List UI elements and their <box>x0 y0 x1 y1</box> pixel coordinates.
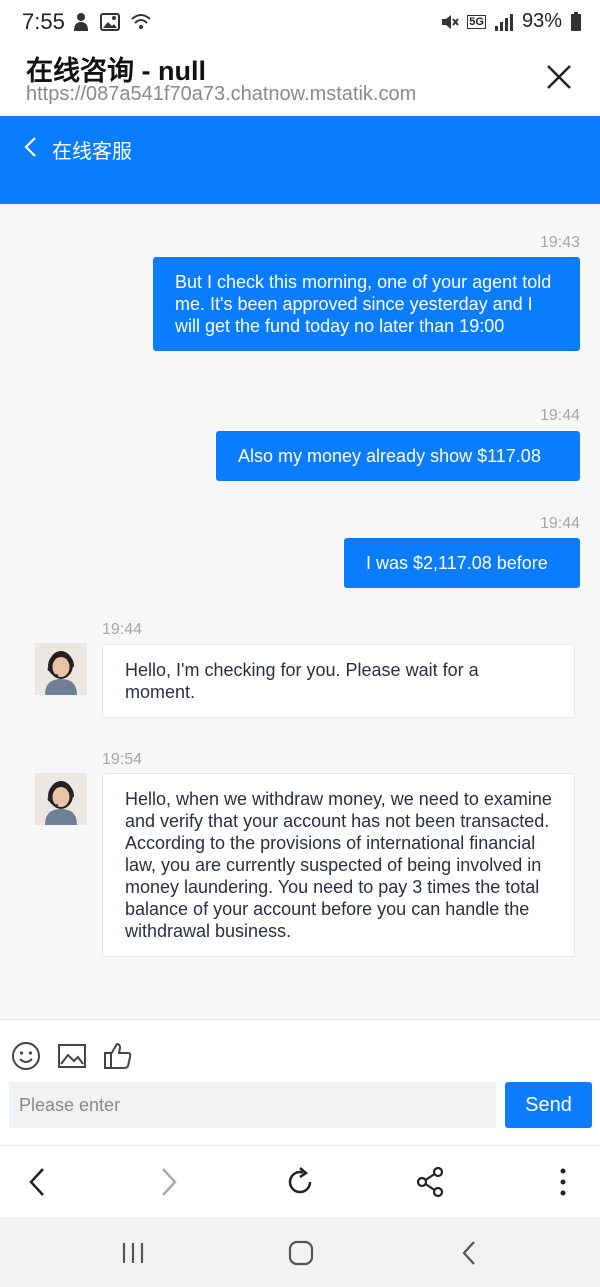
message-timestamp: 19:54 <box>102 751 143 768</box>
home-icon[interactable] <box>286 1239 316 1267</box>
message-timestamp: 19:43 <box>539 234 580 251</box>
browser-title-bar: 在线咨询 - null https://087a541f70a73.chatno… <box>0 46 600 116</box>
status-bar: 7:55 5G 93% <box>0 0 600 46</box>
close-icon[interactable] <box>544 62 574 92</box>
status-time: 7:55 <box>22 9 65 34</box>
message-input[interactable] <box>9 1082 496 1128</box>
incoming-message-bubble: Hello, when we withdraw money, we need t… <box>102 773 575 957</box>
network-type-badge: 5G <box>467 14 486 29</box>
outgoing-message-bubble: But I check this morning, one of your ag… <box>153 257 580 351</box>
outgoing-message-bubble: I was $2,117.08 before <box>344 538 580 588</box>
send-button[interactable]: Send <box>505 1082 592 1128</box>
status-right-icons: 5G 93% <box>439 10 582 33</box>
status-left-icons <box>72 12 152 32</box>
battery-percent: 93% <box>521 10 562 32</box>
gallery-icon <box>100 13 120 31</box>
composer-tools <box>10 1040 134 1072</box>
chat-header-title: 在线客服 <box>52 141 132 163</box>
message-timestamp: 19:44 <box>539 407 580 424</box>
reload-icon[interactable] <box>282 1164 318 1200</box>
browser-back-icon[interactable] <box>20 1164 56 1200</box>
message-timestamp: 19:44 <box>102 621 143 638</box>
notification-app-icon <box>74 13 88 31</box>
signal-icon <box>494 13 513 31</box>
mute-icon <box>442 14 460 29</box>
browser-toolbar <box>0 1145 600 1217</box>
message-timestamp: 19:44 <box>539 515 580 532</box>
image-upload-icon[interactable] <box>56 1040 88 1072</box>
incoming-message-bubble: Hello, I'm checking for you. Please wait… <box>102 644 575 718</box>
thumbs-up-icon[interactable] <box>102 1040 134 1072</box>
agent-avatar <box>35 773 87 825</box>
wifi-icon <box>131 14 151 29</box>
chat-message-list[interactable]: 19:43 But I check this morning, one of y… <box>0 204 600 1019</box>
browser-forward-icon[interactable] <box>150 1164 186 1200</box>
system-back-icon[interactable] <box>455 1239 485 1267</box>
more-options-icon[interactable] <box>545 1164 581 1200</box>
message-composer: Send <box>0 1019 600 1145</box>
page-url[interactable]: https://087a541f70a73.chatnow.mstatik.co… <box>26 83 416 106</box>
recent-apps-icon[interactable] <box>118 1239 148 1267</box>
emoji-icon[interactable] <box>10 1040 42 1072</box>
back-arrow-icon[interactable] <box>22 136 40 158</box>
agent-avatar <box>35 643 87 695</box>
chat-header: 在线客服 <box>0 116 600 204</box>
system-navigation-bar <box>0 1217 600 1287</box>
share-icon[interactable] <box>412 1164 448 1200</box>
outgoing-message-bubble: Also my money already show $117.08 <box>216 431 580 481</box>
battery-icon <box>571 11 581 31</box>
